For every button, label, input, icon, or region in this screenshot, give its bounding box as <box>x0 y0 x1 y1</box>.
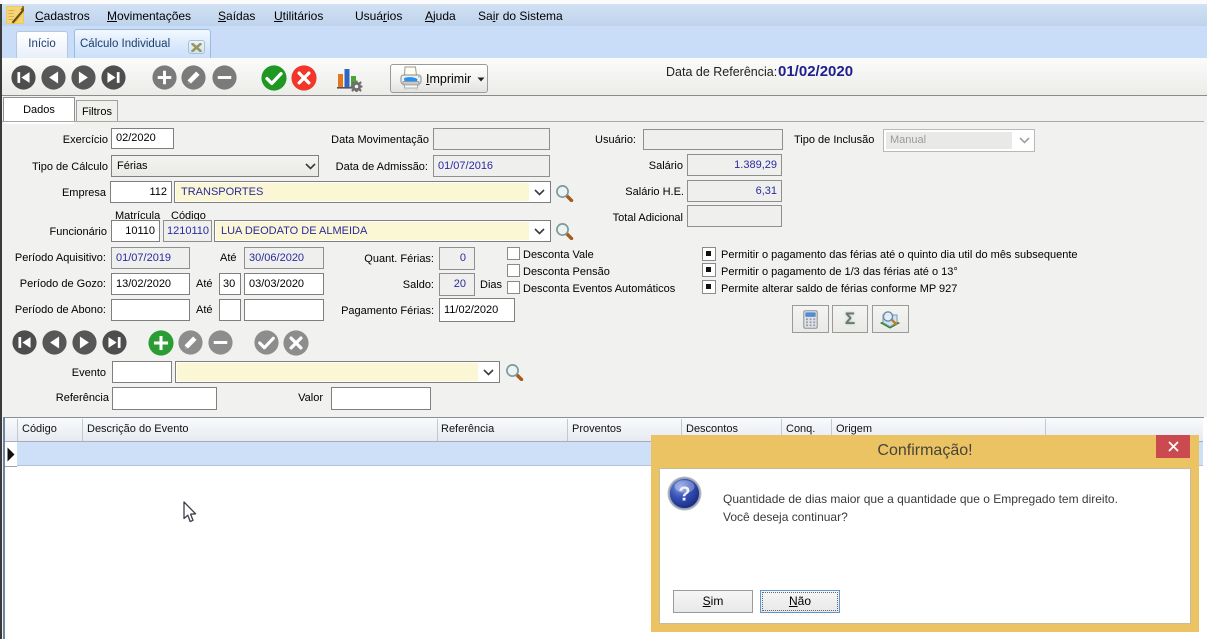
svg-text:?: ? <box>678 484 690 506</box>
